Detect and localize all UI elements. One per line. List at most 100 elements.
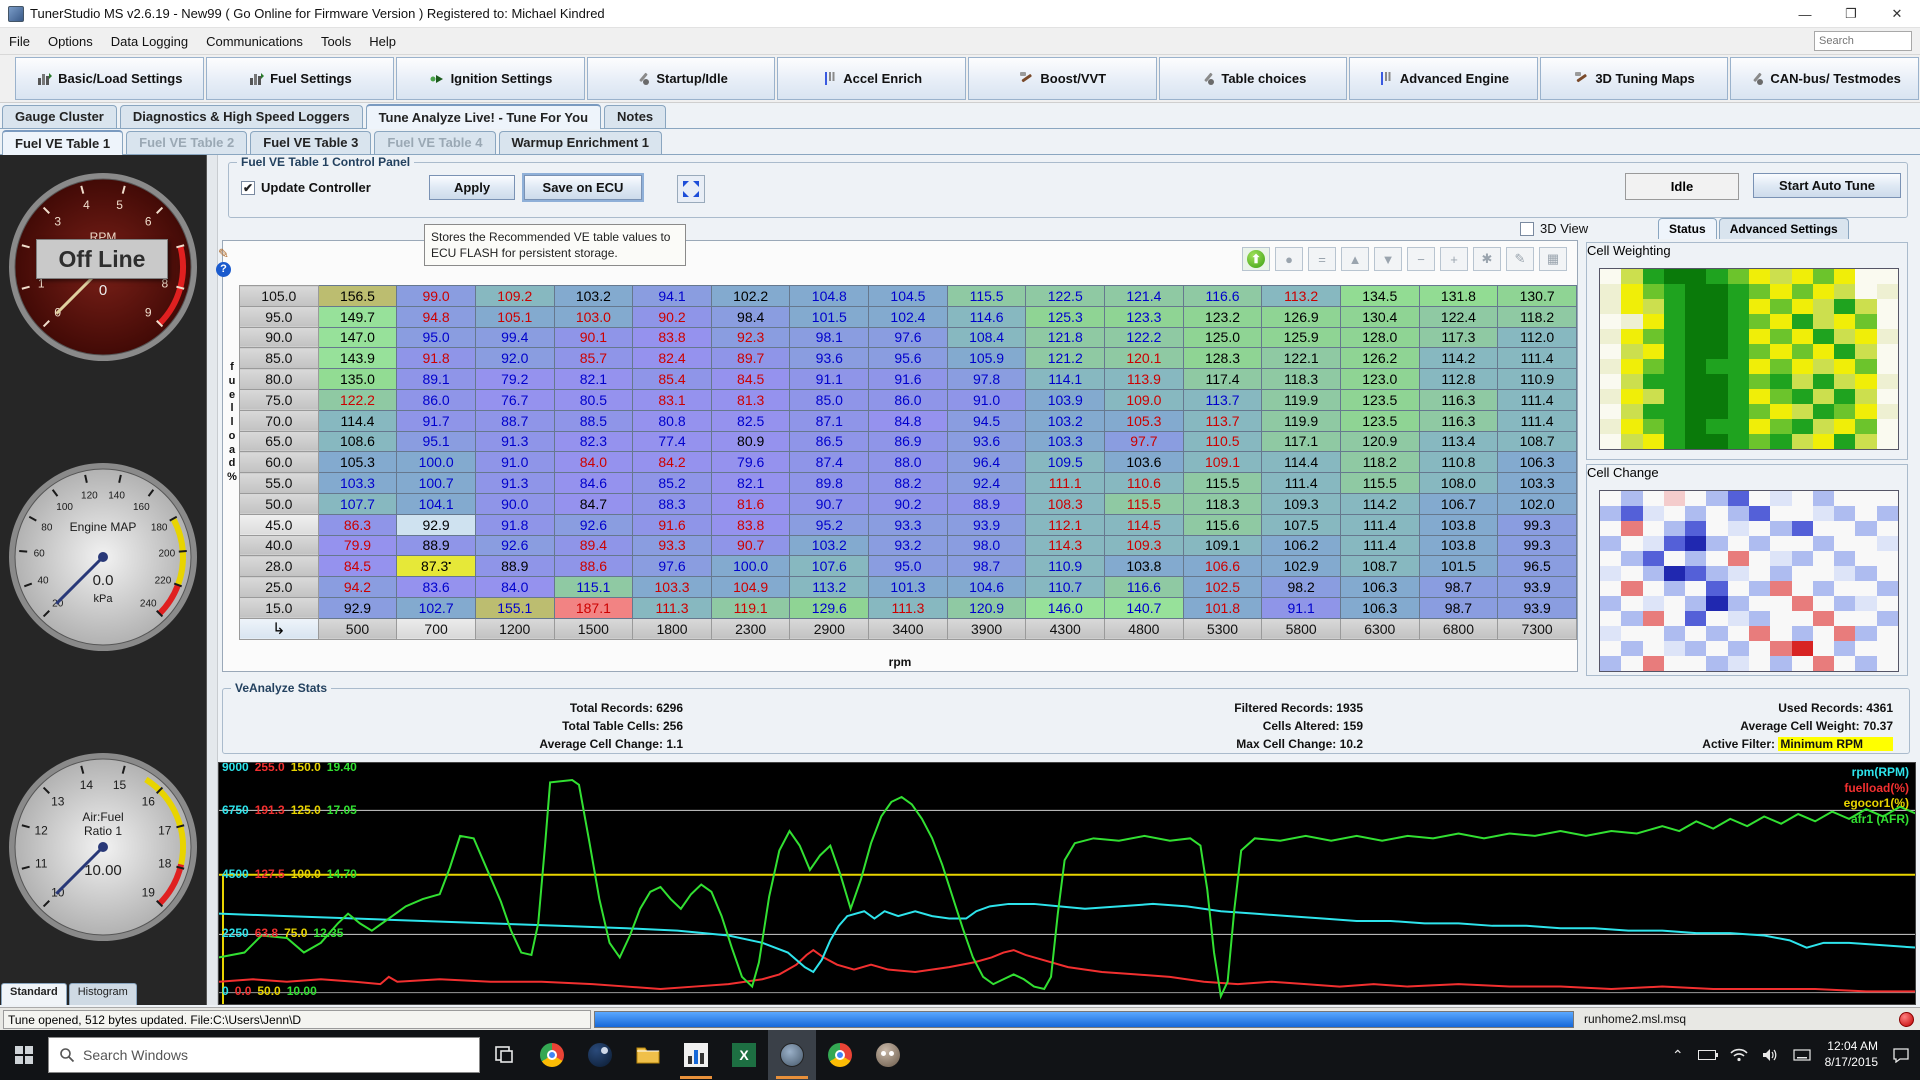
row-header[interactable]: 15.0	[239, 596, 319, 619]
keyboard-icon[interactable]	[1793, 1048, 1811, 1062]
ve-cell[interactable]: 99.4	[474, 326, 555, 349]
ve-cell[interactable]: 114.4	[317, 409, 398, 432]
ve-cell[interactable]: 120.1	[1104, 347, 1184, 370]
ve-cell[interactable]: 84.5	[317, 555, 398, 578]
toolbar-ignition-settings[interactable]: Ignition Settings	[396, 57, 585, 100]
grid-icon[interactable]: ▦	[1539, 247, 1567, 271]
ve-cell[interactable]: 106.6	[1182, 555, 1263, 578]
ve-cell[interactable]: 110.9	[1497, 368, 1577, 390]
ve-cell[interactable]: 108.4	[946, 326, 1027, 349]
ve-cell[interactable]: 93.6	[789, 347, 870, 370]
ve-cell[interactable]: 123.5	[1339, 409, 1420, 432]
ve-cell[interactable]: 122.4	[1418, 305, 1499, 328]
ve-cell[interactable]: 84.6	[553, 472, 634, 494]
ve-cell[interactable]: 98.0	[946, 534, 1027, 557]
ve-cell[interactable]: 114.3	[1025, 534, 1106, 557]
toolbar-fuel-settings[interactable]: Fuel Settings	[205, 57, 395, 100]
ve-cell[interactable]: 109.1	[1182, 451, 1263, 474]
ve-cell[interactable]: 101.5	[1418, 555, 1499, 578]
ve-cell[interactable]: 94.8	[396, 305, 476, 328]
ve-cell[interactable]: 106.2	[1261, 534, 1341, 557]
subtab-fuel-ve-table-3[interactable]: Fuel VE Table 3	[250, 131, 372, 154]
ve-cell[interactable]: 91.0	[946, 388, 1027, 411]
gimp-icon[interactable]	[864, 1030, 912, 1080]
search-input[interactable]	[1814, 31, 1912, 51]
ve-cell[interactable]: 118.2	[1339, 451, 1420, 474]
toolbar-3d-tuning-maps[interactable]: 3D Tuning Maps	[1539, 57, 1729, 100]
ve-cell[interactable]: 107.6	[789, 555, 870, 578]
ve-cell[interactable]: 109.3	[1104, 534, 1184, 557]
excel-icon[interactable]: X	[720, 1030, 768, 1080]
ve-cell[interactable]: 92.6	[553, 513, 634, 536]
ve-cell[interactable]: 83.8	[632, 326, 712, 349]
help-icon[interactable]: ?	[216, 262, 231, 277]
ve-cell[interactable]: 82.3	[553, 430, 634, 453]
ve-cell[interactable]: 118.3	[1182, 492, 1263, 515]
col-header[interactable]: 4300	[1025, 617, 1106, 640]
ve-cell[interactable]: 111.1	[1025, 472, 1106, 494]
ve-cell[interactable]: 102.7	[396, 596, 476, 619]
toolbar-can-bus-testmodes[interactable]: CAN-bus/ Testmodes	[1730, 57, 1919, 100]
ve-cell[interactable]: 95.6	[868, 347, 948, 370]
subtab-fuel-ve-table-1[interactable]: Fuel VE Table 1	[2, 130, 124, 155]
ve-cell[interactable]: 109.3	[1261, 492, 1341, 515]
ve-cell[interactable]: 114.4	[1261, 451, 1341, 474]
ve-cell[interactable]: 85.2	[632, 472, 712, 494]
ve-cell[interactable]: 108.6	[317, 430, 398, 453]
menu-data-logging[interactable]: Data Logging	[102, 30, 197, 53]
ve-cell[interactable]: 103.3	[632, 576, 712, 598]
ve-cell[interactable]: 111.3	[632, 596, 712, 619]
ve-cell[interactable]: 126.9	[1261, 305, 1341, 328]
ve-cell[interactable]: 121.2	[1025, 347, 1106, 370]
ve-cell[interactable]: 111.4	[1497, 409, 1577, 432]
ve-cell[interactable]: 129.6	[789, 596, 870, 619]
ve-cell[interactable]: 135.0	[317, 368, 398, 390]
ve-cell[interactable]: 88.6	[553, 555, 634, 578]
ve-cell[interactable]: 98.4	[710, 305, 791, 328]
tab-gauge-cluster[interactable]: Gauge Cluster	[2, 105, 117, 128]
ve-cell[interactable]: 143.9	[317, 347, 398, 370]
ve-cell[interactable]: 128.0	[1339, 326, 1420, 349]
ve-cell[interactable]: 91.0	[474, 451, 555, 474]
ve-cell[interactable]: 93.3	[868, 513, 948, 536]
gauge-tab-histogram[interactable]: Histogram	[68, 983, 137, 1005]
ve-cell[interactable]: 123.3	[1104, 305, 1184, 328]
ve-cell[interactable]: 98.1	[789, 326, 870, 349]
close-button[interactable]: ✕	[1874, 0, 1920, 28]
ve-cell[interactable]: 120.9	[946, 596, 1027, 619]
ve-cell[interactable]: 107.7	[317, 492, 398, 515]
ve-cell[interactable]: 114.2	[1418, 347, 1499, 370]
tab-notes[interactable]: Notes	[604, 105, 667, 128]
ve-cell[interactable]: 93.9	[946, 513, 1027, 536]
ve-cell[interactable]: 106.3	[1339, 596, 1420, 619]
ve-cell[interactable]: 115.5	[946, 285, 1027, 307]
ve-cell[interactable]: 105.3	[317, 451, 398, 474]
ve-cell[interactable]: 107.5	[1261, 513, 1341, 536]
toolbar-accel-enrich[interactable]: Accel Enrich	[777, 57, 966, 100]
col-header[interactable]: 7300	[1497, 617, 1577, 640]
ve-cell[interactable]: 111.4	[1339, 534, 1420, 557]
ve-cell[interactable]: 122.1	[1261, 347, 1341, 370]
ve-cell[interactable]: 92.4	[946, 472, 1027, 494]
ve-cell[interactable]: 97.6	[632, 555, 712, 578]
ve-cell[interactable]: 91.8	[474, 513, 555, 536]
action-center-icon[interactable]	[1892, 1047, 1910, 1063]
ve-cell[interactable]: 79.2	[474, 368, 555, 390]
ve-cell[interactable]: 93.9	[1497, 576, 1577, 598]
ve-cell[interactable]: 108.0	[1418, 472, 1499, 494]
ve-cell[interactable]: 99.3	[1497, 534, 1577, 557]
ve-cell[interactable]: 103.9	[1025, 388, 1106, 411]
ve-cell[interactable]: 125.9	[1261, 326, 1341, 349]
ve-cell[interactable]: 115.5	[1339, 472, 1420, 494]
ve-cell[interactable]: 125.3	[1025, 305, 1106, 328]
three-d-view-checkbox[interactable]: 3D View	[1520, 221, 1588, 236]
gauge-tab-standard[interactable]: Standard	[1, 983, 67, 1005]
ve-cell[interactable]: 96.5	[1497, 555, 1577, 578]
ve-cell[interactable]: 146.0	[1025, 596, 1106, 619]
ve-cell[interactable]: 122.5	[1025, 285, 1106, 307]
ve-cell[interactable]: 82.4	[632, 347, 712, 370]
ve-cell[interactable]: 100.0	[710, 555, 791, 578]
minus-icon[interactable]: −	[1407, 247, 1435, 271]
pencil-icon[interactable]: ✎	[1506, 247, 1534, 271]
ve-cell[interactable]: 92.6	[474, 534, 555, 557]
